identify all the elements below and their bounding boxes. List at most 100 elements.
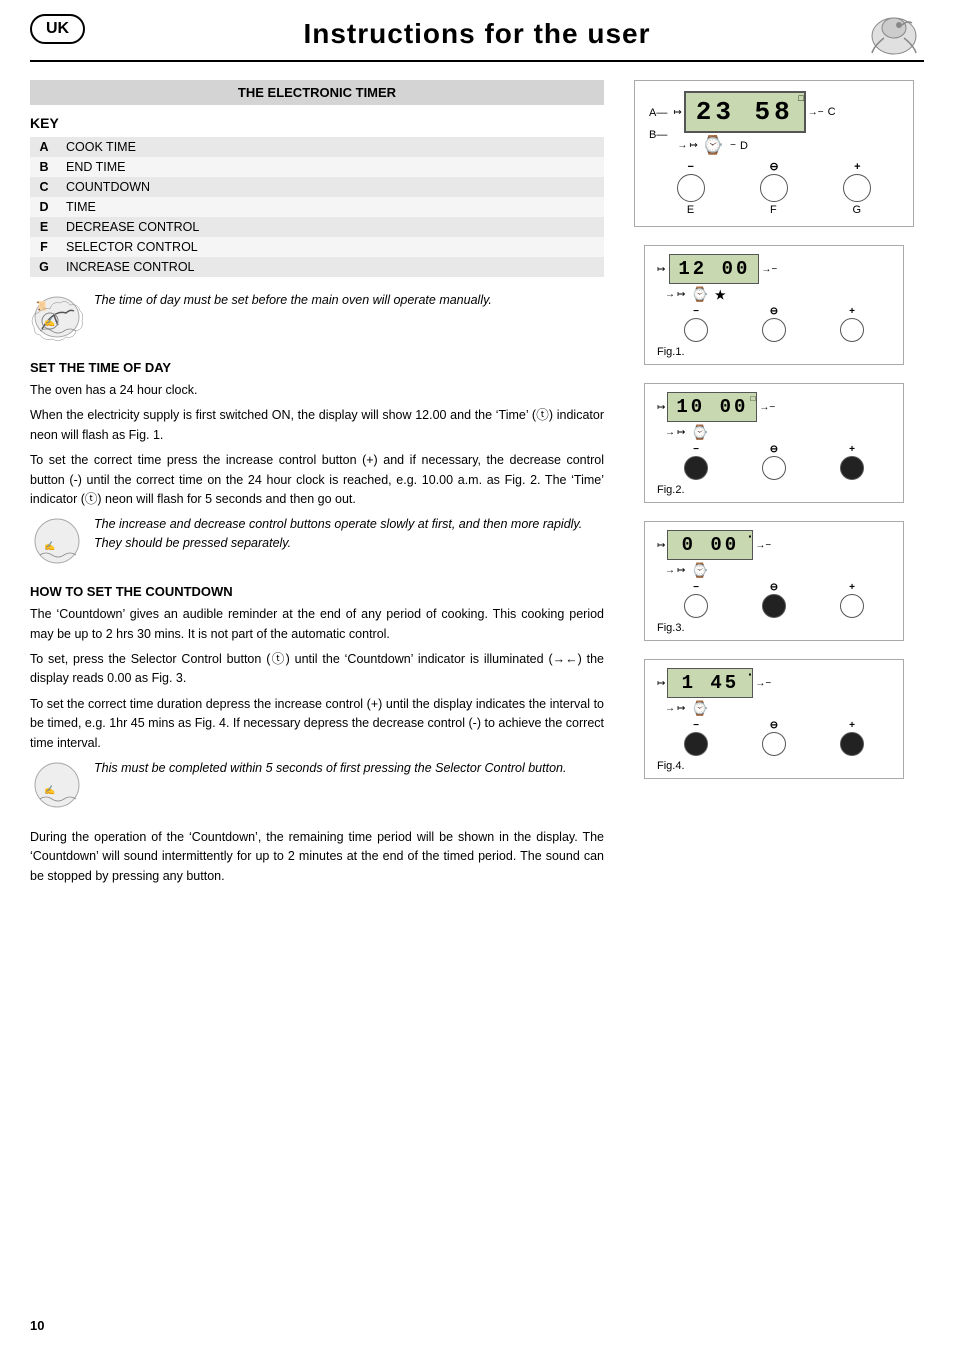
fig3-sel-sym: ⊖ xyxy=(770,582,778,593)
decrease-btn[interactable] xyxy=(677,174,705,202)
arrow-in-bottom2: ↦ xyxy=(689,140,697,151)
plus-symbol: + xyxy=(854,161,860,173)
main-content: THE ELECTRONIC TIMER KEY A COOK TIME B E… xyxy=(0,62,954,892)
arrow-out-bottom: − xyxy=(730,140,736,151)
fig3-increase-btn[interactable] xyxy=(840,594,864,618)
key-table: A COOK TIME B END TIME C COUNTDOWN D TIM… xyxy=(30,137,604,277)
fig4-sel-sym: ⊖ xyxy=(770,720,778,731)
fig2-decrease-btn[interactable] xyxy=(684,456,708,480)
fig3-minus: − xyxy=(693,582,699,593)
minus-symbol: − xyxy=(687,161,693,173)
fig3-clock-icon: ⌚ xyxy=(691,562,708,579)
left-column: THE ELECTRONIC TIMER KEY A COOK TIME B E… xyxy=(30,80,624,892)
fig2-arrow2: → xyxy=(665,427,675,438)
main-diagram: A— B— ↦ 23 58 □ →− C xyxy=(634,80,914,227)
fig1-arrow1a: ↦ xyxy=(657,264,665,275)
fig4-controls: − ⊖ + xyxy=(657,720,891,756)
fig4-diagram: ↦ 1 45 ▪ →− → ↦ ⌚ − ⊖ xyxy=(644,659,904,779)
fig1-plus: + xyxy=(849,306,855,317)
countdown-para1: The ‘Countdown’ gives an audible reminde… xyxy=(30,605,604,644)
note1-text: The time of day must be set before the m… xyxy=(94,291,492,310)
increase-btn[interactable] xyxy=(843,174,871,202)
fig4-arrow2b: ↦ xyxy=(677,703,685,714)
fig1-clock-icon: ⌚ xyxy=(691,286,708,303)
fig4-selector-btn[interactable] xyxy=(762,732,786,756)
fig2-diagram: ↦ 10 00 □ →− → ↦ ⌚ − ⊖ xyxy=(644,383,904,503)
key-letter-d: D xyxy=(30,197,58,217)
fig3-decrease-btn[interactable] xyxy=(684,594,708,618)
table-row: B END TIME xyxy=(30,157,604,177)
fig2-selector-btn[interactable] xyxy=(762,456,786,480)
note-box-2: ✍ The increase and decrease control butt… xyxy=(30,515,604,570)
fig3-lcd-row1: ↦ 0 00 ▪ →− xyxy=(657,530,891,560)
fig4-minus: − xyxy=(693,720,699,731)
note3-text: This must be completed within 5 seconds … xyxy=(94,759,566,778)
arrow-out-top: →− xyxy=(808,107,824,118)
label-a: A— xyxy=(649,107,667,119)
countdown-para4: During the operation of the ‘Countdown’,… xyxy=(30,828,604,886)
fig1-selector-btn[interactable] xyxy=(762,318,786,342)
fig3-arrow2: → xyxy=(665,565,675,576)
selector-btn[interactable] xyxy=(760,174,788,202)
key-letter-b: B xyxy=(30,157,58,177)
fig3-dot: ▪ xyxy=(749,532,752,541)
key-label-g: INCREASE CONTROL xyxy=(58,257,604,277)
key-label-e: DECREASE CONTROL xyxy=(58,217,604,237)
fig3-diagram: ↦ 0 00 ▪ →− → ↦ ⌚ − ⊖ xyxy=(644,521,904,641)
fig1-label: Fig.1. xyxy=(657,346,891,358)
fig2-clock-icon: ⌚ xyxy=(691,424,708,441)
fig2-sel-sym: ⊖ xyxy=(770,444,778,455)
brand-logo xyxy=(864,8,924,63)
key-label-b: END TIME xyxy=(58,157,604,177)
fig2-label: Fig.2. xyxy=(657,484,891,496)
right-column: A— B— ↦ 23 58 □ →− C xyxy=(624,80,924,892)
fig2-controls: − ⊖ + xyxy=(657,444,891,480)
label-g: G xyxy=(853,204,862,216)
lcd-dot-tr: □ xyxy=(798,93,803,103)
fig1-diagram: ↦ 12 00 →− → ↦ ⌚ ★ − ⊖ xyxy=(644,245,904,365)
fig4-decrease-btn[interactable] xyxy=(684,732,708,756)
countdown-heading: HOW TO SET THE COUNTDOWN xyxy=(30,584,604,599)
key-label-a: COOK TIME xyxy=(58,137,604,157)
fig1-arrow2: → xyxy=(665,289,675,300)
countdown-para2: To set, press the Selector Control butto… xyxy=(30,650,604,689)
key-letter-f: F xyxy=(30,237,58,257)
svg-text:✍: ✍ xyxy=(44,317,55,327)
selector-control: ⊖ xyxy=(760,160,788,202)
fig1-minus: − xyxy=(693,306,699,317)
key-heading: KEY xyxy=(30,115,604,131)
svg-text:✍: ✍ xyxy=(44,785,55,795)
fig1-controls: − ⊖ + xyxy=(657,306,891,342)
fig1-lcd-row1: ↦ 12 00 →− xyxy=(657,254,891,284)
page-header: UK Instructions for the user xyxy=(0,0,954,60)
efg-labels: E F G xyxy=(649,204,899,216)
note-icon-3: ✍ xyxy=(30,759,84,814)
countdown-para3: To set the correct time duration depress… xyxy=(30,695,604,753)
decrease-control: − xyxy=(677,161,705,202)
label-e: E xyxy=(687,204,694,216)
label-f: F xyxy=(770,204,777,216)
table-row: G INCREASE CONTROL xyxy=(30,257,604,277)
fig1-decrease-btn[interactable] xyxy=(684,318,708,342)
fig4-clock-icon: ⌚ xyxy=(691,700,708,717)
set-time-para1: The oven has a 24 hour clock. xyxy=(30,381,604,400)
fig3-selector-btn[interactable] xyxy=(762,594,786,618)
fig4-label: Fig.4. xyxy=(657,760,891,772)
fig2-lcd-row2: → ↦ ⌚ xyxy=(657,424,891,441)
note-box-1: 📜 ✍ The time of day must be set before t… xyxy=(30,291,604,346)
fig3-arrow2b: ↦ xyxy=(677,565,685,576)
fig4-arrow1: ↦ xyxy=(657,678,665,689)
fig1-increase-btn[interactable] xyxy=(840,318,864,342)
fig2-increase-btn[interactable] xyxy=(840,456,864,480)
set-time-para2: When the electricity supply is first swi… xyxy=(30,406,604,445)
fig4-lcd: 1 45 xyxy=(667,668,753,698)
increase-control: + xyxy=(843,161,871,202)
fig4-increase-btn[interactable] xyxy=(840,732,864,756)
page-title: Instructions for the user xyxy=(303,18,650,50)
fig3-lcd: 0 00 xyxy=(667,530,753,560)
fig1-arrow-out1: →− xyxy=(761,264,777,275)
uk-badge: UK xyxy=(30,14,85,44)
key-label-c: COUNTDOWN xyxy=(58,177,604,197)
fig3-plus: + xyxy=(849,582,855,593)
fig3-lcd-row2: → ↦ ⌚ xyxy=(657,562,891,579)
